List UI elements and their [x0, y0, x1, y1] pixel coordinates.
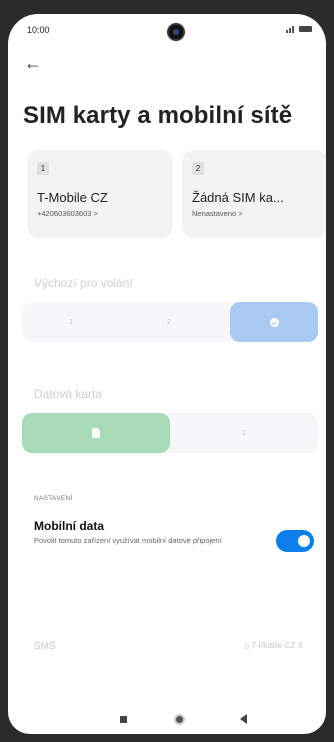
sim-card-1[interactable]: 1 T-Mobile CZ +420603603603 > — [27, 150, 173, 238]
sms-value[interactable]: ▯ T-Mobile CZ ⇕ — [245, 641, 304, 650]
back-icon[interactable] — [240, 714, 247, 724]
check-icon — [269, 317, 279, 327]
data-option-sim2[interactable]: 2 — [170, 413, 318, 453]
status-time: 10:00 — [27, 25, 50, 35]
battery-icon — [299, 26, 312, 32]
sim-card-name: T-Mobile CZ — [37, 190, 108, 205]
chevron-updown-icon: ⇕ — [295, 641, 304, 650]
calls-option-sim2[interactable]: 2 — [120, 302, 218, 342]
sim-icon — [92, 428, 100, 438]
sim-slot-badge: 2 — [192, 162, 204, 175]
sim-slot-badge: 1 — [37, 162, 49, 175]
data-card-selector: 2 — [22, 413, 318, 453]
back-arrow-icon[interactable]: ← — [24, 54, 42, 72]
data-card-label: Datová karta — [34, 387, 103, 401]
phone-frame: 10:00 ← SIM karty a mobilní sítě 1 T-Mob… — [0, 0, 334, 742]
home-icon[interactable] — [174, 714, 185, 725]
mobile-data-toggle[interactable] — [276, 530, 314, 552]
calls-option-sim1[interactable]: 1 — [22, 302, 120, 342]
status-icons — [286, 25, 312, 33]
front-camera-icon — [167, 23, 185, 41]
default-calls-selector: 1 2 — [22, 302, 318, 342]
sim-card-name: Žádná SIM ka... — [192, 190, 284, 205]
data-option-sim1[interactable] — [22, 413, 170, 453]
mobile-data-title: Mobilní data — [34, 519, 104, 533]
sim-card-2[interactable]: 2 Žádná SIM ka... Nenastaveno > — [182, 150, 326, 238]
sim-card-number: +420603603603 > — [37, 209, 98, 218]
sms-value-text: T-Mobile CZ — [251, 641, 296, 650]
page-title: SIM karty a mobilní sítě — [23, 102, 293, 129]
signal-icon — [286, 25, 296, 33]
sms-label: SMS — [34, 641, 56, 652]
status-bar: 10:00 — [8, 14, 326, 48]
mobile-data-description: Povolit tomuto zařízení využívat mobilní… — [34, 536, 222, 545]
navigation-bar — [8, 714, 326, 734]
calls-option-ask[interactable] — [230, 302, 318, 342]
sim-card-status: Nenastaveno > — [192, 209, 243, 218]
recent-apps-icon[interactable] — [120, 716, 127, 723]
screen: 10:00 ← SIM karty a mobilní sítě 1 T-Mob… — [8, 14, 326, 734]
settings-section-header: NASTAVENÍ — [34, 495, 73, 502]
default-calls-label: Výchozí pro volání — [34, 276, 133, 290]
